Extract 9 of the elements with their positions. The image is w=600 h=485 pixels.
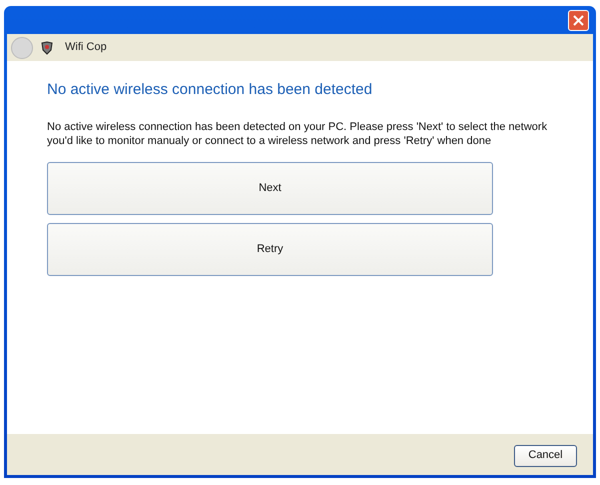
- close-button[interactable]: [568, 10, 589, 30]
- window-title: Wifi Cop: [65, 40, 107, 56]
- option-button[interactable]: Retry: [47, 222, 493, 276]
- cancel-button[interactable]: Cancel: [514, 444, 577, 466]
- page-heading: No active wireless connection has been detected: [47, 80, 372, 100]
- option-button[interactable]: Next: [47, 162, 493, 214]
- message-text: No active wireless connection has been detected on your PC. Please press 'Next' to select the network you'd like to monitor manualy or connect to a wireless network and press 'Retry' when done: [47, 120, 548, 148]
- shield-icon: [40, 40, 54, 54]
- close-icon: [573, 14, 584, 26]
